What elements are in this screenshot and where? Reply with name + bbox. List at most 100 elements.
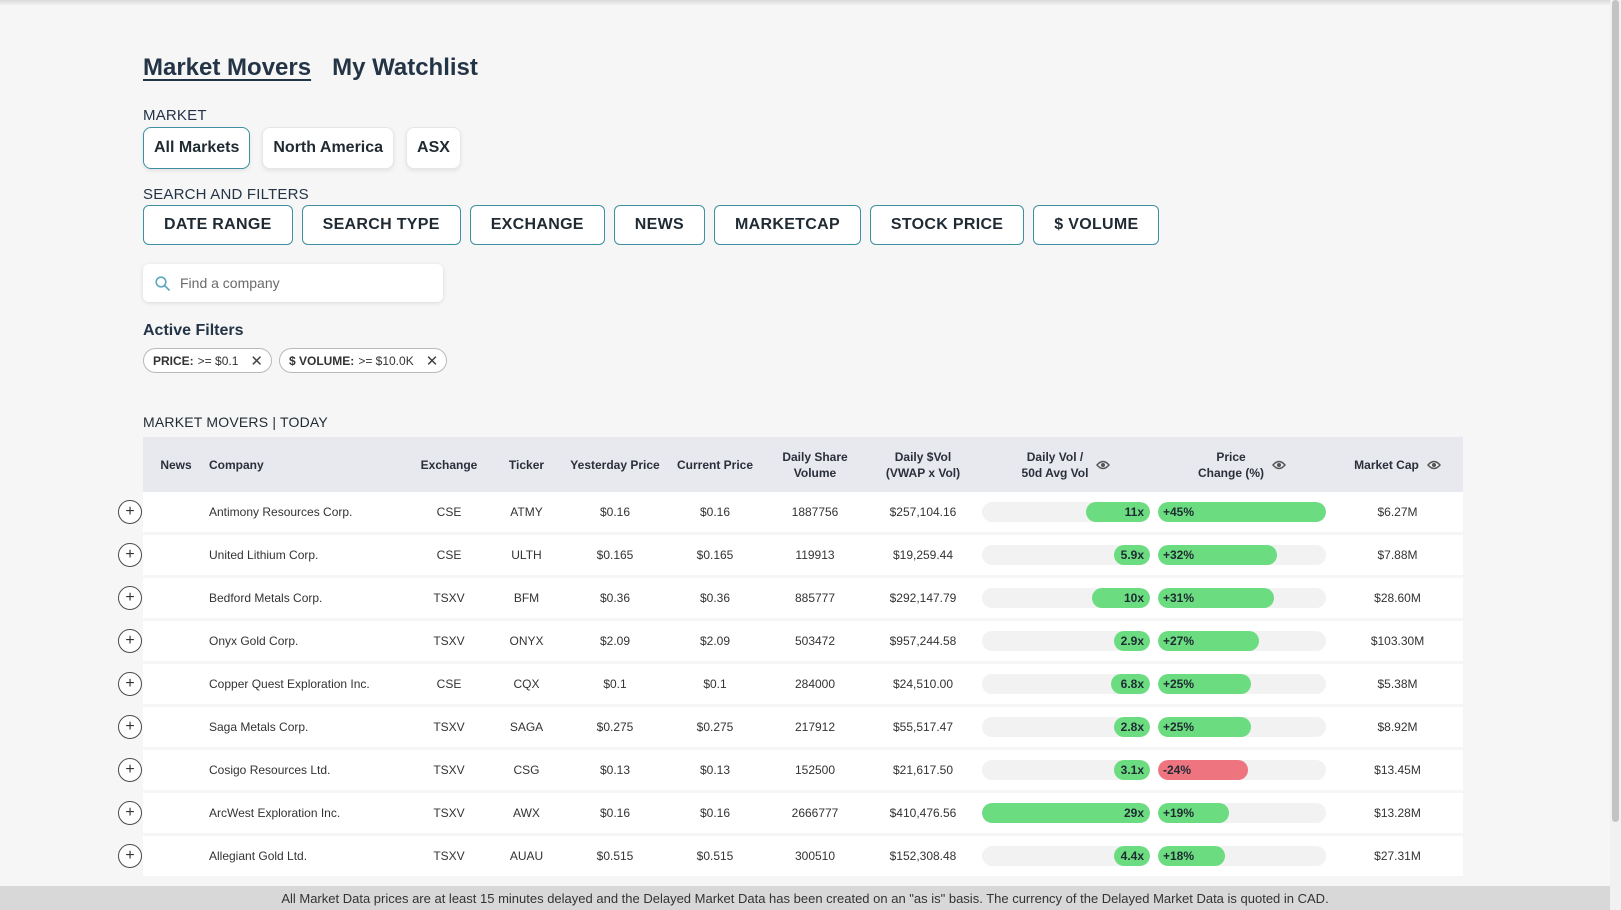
col-header-volume-ratio[interactable]: Daily Vol /50d Avg Vol xyxy=(980,449,1152,481)
expand-news-button[interactable]: + xyxy=(118,715,142,739)
market-cap-cell: $13.28M xyxy=(1374,806,1421,820)
expand-news-button[interactable]: + xyxy=(118,672,142,696)
exchange-cell: CSE xyxy=(436,548,462,562)
company-name[interactable]: Onyx Gold Corp. xyxy=(209,634,409,648)
table-row[interactable]: + Cosigo Resources Ltd. TSXV CSG $0.13 $0.13 1… xyxy=(118,750,1463,790)
expand-news-button[interactable]: + xyxy=(118,500,142,524)
table-row[interactable]: + Saga Metals Corp. TSXV SAGA $0.275 $0.275 21… xyxy=(118,707,1463,747)
dollar-volume-cell: $19,259.44 xyxy=(892,548,954,562)
col-header-price-change[interactable]: Price Change (%) xyxy=(1152,449,1332,481)
scrollbar-thumb[interactable] xyxy=(1612,0,1619,822)
market-cap-cell: $27.31M xyxy=(1374,849,1421,863)
share-volume-cell: 2666777 xyxy=(791,806,839,820)
volume-ratio-bar: 10x xyxy=(982,588,1150,608)
market-button-group: All Markets North America ASX xyxy=(143,127,461,169)
market-section-label: MARKET xyxy=(143,107,207,124)
volume-ratio-bar: 2.8x xyxy=(982,717,1150,737)
company-name[interactable]: United Lithium Corp. xyxy=(209,548,409,562)
exchange-cell: TSXV xyxy=(433,634,465,648)
filter-chip-volume: $ VOLUME: >= $10.0K ✕ xyxy=(278,348,448,373)
header-line: Daily Vol / xyxy=(1026,449,1084,464)
col-header-dollar-volume[interactable]: Daily $Vol (VWAP x Vol) xyxy=(866,449,980,481)
col-header-company[interactable]: Company xyxy=(209,457,409,473)
company-name[interactable]: Antimony Resources Corp. xyxy=(209,505,409,519)
exchange-button[interactable]: EXCHANGE xyxy=(469,205,605,245)
table-row[interactable]: + Bedford Metals Corp. TSXV BFM $0.36 $0.36 88… xyxy=(118,578,1463,618)
header-line: Market Cap xyxy=(1354,457,1419,472)
price-change-bar: +25% xyxy=(1158,674,1326,694)
col-header-ticker[interactable]: Ticker xyxy=(489,457,564,473)
volume-ratio-label: 4.4x xyxy=(1120,849,1144,863)
share-volume-cell: 284000 xyxy=(794,677,836,691)
price-change-bar: +18% xyxy=(1158,846,1326,866)
ticker-cell: ATMY xyxy=(510,505,543,519)
company-name[interactable]: Allegiant Gold Ltd. xyxy=(209,849,409,863)
news-button[interactable]: NEWS xyxy=(613,205,705,245)
col-header-news[interactable]: News xyxy=(143,457,209,473)
expand-news-button[interactable]: + xyxy=(118,758,142,782)
date-range-button[interactable]: DATE RANGE xyxy=(143,205,293,245)
close-icon[interactable]: ✕ xyxy=(426,352,439,370)
dollar-volume-cell: $410,476.56 xyxy=(889,806,957,820)
dollar-volume-cell: $21,617.50 xyxy=(892,763,954,777)
dollar-volume-button[interactable]: $ VOLUME xyxy=(1033,205,1160,245)
north-america-button[interactable]: North America xyxy=(262,127,395,169)
table-row[interactable]: + ArcWest Exploration Inc. TSXV AWX $0.16 $0.… xyxy=(118,793,1463,833)
table-row[interactable]: + Copper Quest Exploration Inc. CSE CQX $0.1… xyxy=(118,664,1463,704)
table-row[interactable]: + Allegiant Gold Ltd. TSXV AUAU $0.515 $0.515… xyxy=(118,836,1463,876)
asx-button[interactable]: ASX xyxy=(406,127,461,169)
col-header-exchange[interactable]: Exchange xyxy=(409,457,489,473)
share-volume-cell: 503472 xyxy=(794,634,836,648)
price-change-bar: +19% xyxy=(1158,803,1326,823)
col-header-market-cap[interactable]: Market Cap xyxy=(1332,457,1463,473)
header-line: Price xyxy=(1216,449,1246,464)
search-type-button[interactable]: SEARCH TYPE xyxy=(301,205,461,245)
header-line: 50d Avg Vol xyxy=(1021,465,1089,480)
ticker-cell: ULTH xyxy=(511,548,542,562)
tab-market-movers[interactable]: Market Movers xyxy=(143,54,311,82)
table-row[interactable]: + Antimony Resources Corp. CSE ATMY $0.16 $0.… xyxy=(118,492,1463,532)
yesterday-price-cell: $0.13 xyxy=(599,763,631,777)
ticker-cell: BFM xyxy=(513,591,540,605)
eye-icon[interactable] xyxy=(1272,460,1286,470)
current-price-cell: $0.275 xyxy=(696,720,734,734)
company-name[interactable]: Saga Metals Corp. xyxy=(209,720,409,734)
ticker-cell: CSG xyxy=(513,763,540,777)
all-markets-button[interactable]: All Markets xyxy=(143,127,251,169)
close-icon[interactable]: ✕ xyxy=(250,352,263,370)
eye-icon[interactable] xyxy=(1096,460,1111,470)
company-name[interactable]: ArcWest Exploration Inc. xyxy=(209,806,409,820)
exchange-cell: CSE xyxy=(436,677,462,691)
eye-icon[interactable] xyxy=(1426,460,1441,470)
page-scrollbar[interactable] xyxy=(1610,0,1621,910)
tab-my-watchlist[interactable]: My Watchlist xyxy=(332,54,478,82)
volume-ratio-label: 29x xyxy=(1123,806,1144,820)
company-name[interactable]: Cosigo Resources Ltd. xyxy=(209,763,409,777)
table-title-main: MARKET MOVERS xyxy=(143,414,269,430)
expand-news-button[interactable]: + xyxy=(118,586,142,610)
header-line: (VWAP x Vol) xyxy=(885,465,961,480)
ticker-cell: ONYX xyxy=(509,634,544,648)
company-name[interactable]: Bedford Metals Corp. xyxy=(209,591,409,605)
price-change-label: +45% xyxy=(1163,505,1195,519)
price-change-bar: +32% xyxy=(1158,545,1326,565)
price-change-bar: +31% xyxy=(1158,588,1326,608)
share-volume-cell: 152500 xyxy=(794,763,836,777)
expand-news-button[interactable]: + xyxy=(118,629,142,653)
col-header-share-volume[interactable]: Daily Share Volume xyxy=(764,449,866,481)
company-search-input[interactable] xyxy=(180,275,420,291)
yesterday-price-cell: $0.16 xyxy=(599,505,631,519)
header-line: Daily Share xyxy=(782,449,848,464)
yesterday-price-cell: $0.165 xyxy=(596,548,634,562)
expand-news-button[interactable]: + xyxy=(118,543,142,567)
expand-news-button[interactable]: + xyxy=(118,844,142,868)
table-row[interactable]: + United Lithium Corp. CSE ULTH $0.165 $0.165… xyxy=(118,535,1463,575)
active-filter-chips: PRICE: >= $0.1 ✕ $ VOLUME: >= $10.0K ✕ xyxy=(143,348,448,373)
table-row[interactable]: + Onyx Gold Corp. TSXV ONYX $2.09 $2.09 503472… xyxy=(118,621,1463,661)
col-header-yesterday-price[interactable]: Yesterday Price xyxy=(564,457,666,473)
stock-price-button[interactable]: STOCK PRICE xyxy=(869,205,1025,245)
marketcap-button[interactable]: MARKETCAP xyxy=(714,205,861,245)
expand-news-button[interactable]: + xyxy=(118,801,142,825)
company-name[interactable]: Copper Quest Exploration Inc. xyxy=(209,677,409,691)
col-header-current-price[interactable]: Current Price xyxy=(666,457,764,473)
